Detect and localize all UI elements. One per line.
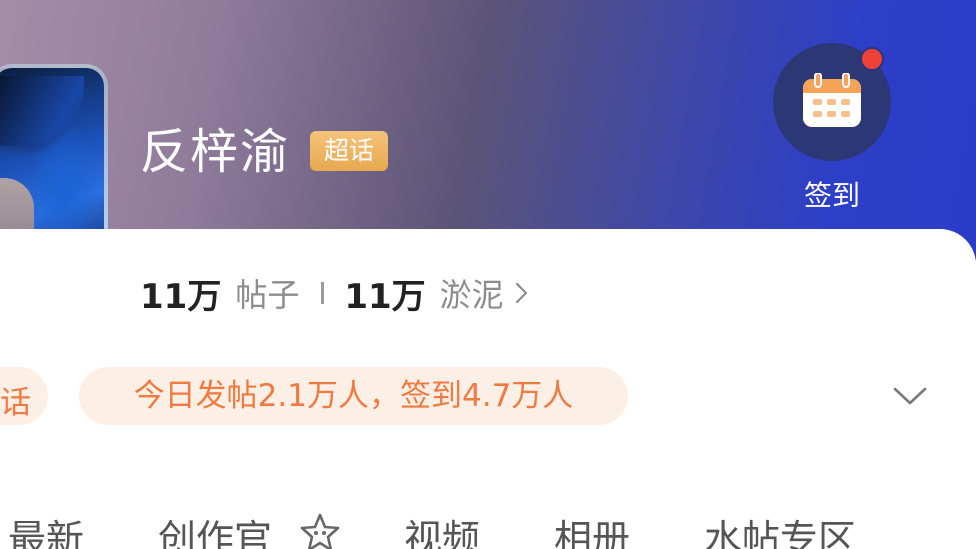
tab-creator[interactable]: 创作官 [158,508,272,549]
members-count: 11万 [344,276,426,317]
topic-title: 反梓渝 [140,124,291,180]
tab-album[interactable]: 相册 [554,508,630,549]
stats-divider [321,282,325,304]
activity-summary-pill[interactable]: 今日发帖2.1万人，签到4.7万人 [79,367,628,425]
notification-dot [860,47,884,71]
super-topic-badge: 超话 [310,131,388,171]
tab-video[interactable]: 视频 [404,508,480,549]
members-label: 淤泥 [439,276,504,314]
topic-tabs: 最新 创作官 视频 相册 水帖专区 [0,508,976,549]
calendar-icon [803,73,861,127]
topic-tag-label: 话 [0,385,31,421]
checkin-label[interactable]: 签到 [791,174,873,214]
avatar-hair [0,76,84,146]
posts-count: 11万 [140,276,222,317]
tab-water-posts[interactable]: 水帖专区 [704,508,856,549]
star-icon [300,513,340,549]
posts-label: 帖子 [235,276,300,314]
topic-stats[interactable]: 11万 帖子 11万 淤泥 [140,268,532,318]
chevron-down-icon[interactable] [892,383,928,409]
tab-latest[interactable]: 最新 [8,508,84,549]
chevron-right-icon [515,282,527,304]
